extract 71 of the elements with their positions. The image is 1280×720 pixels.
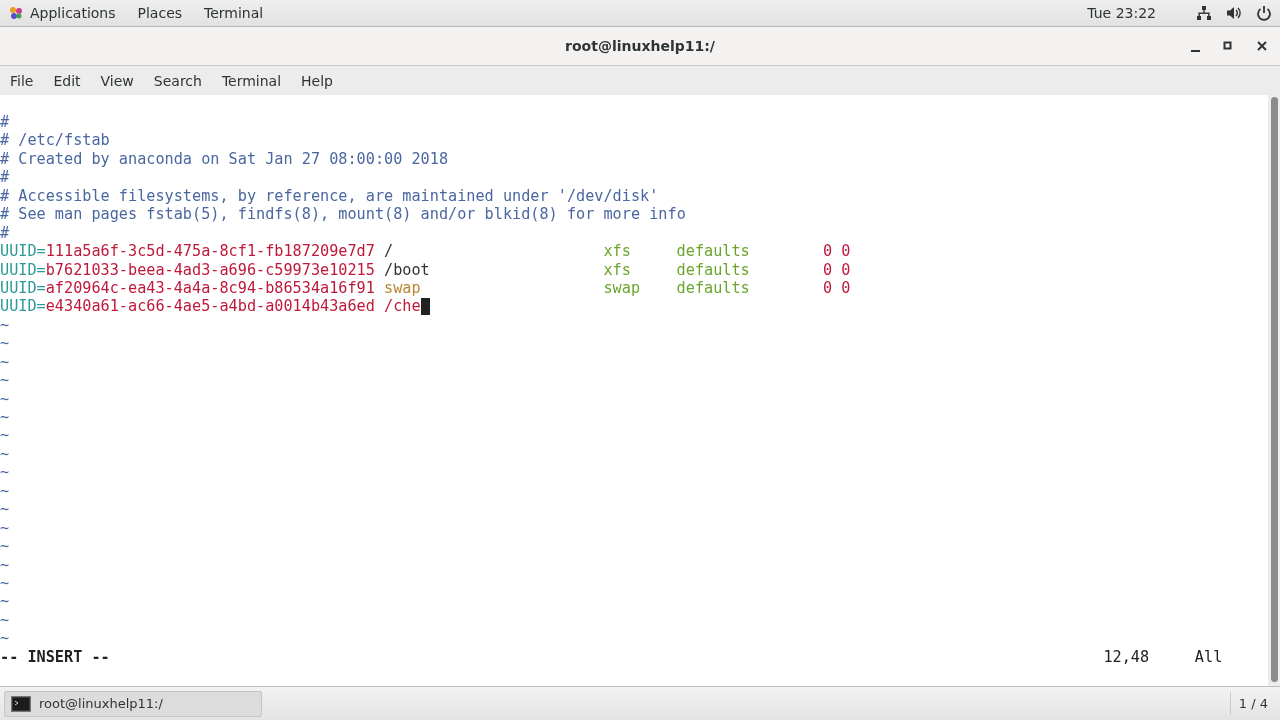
comment-line: # /etc/fstab [0,131,110,150]
mount-options: defaults [676,242,823,261]
menu-item[interactable]: Help [293,68,341,93]
menu-item[interactable]: File [2,68,42,93]
empty-line-marker: ~ [0,573,10,593]
empty-line-marker: ~ [0,334,10,353]
empty-line-marker: ~ [0,555,10,574]
uuid-key: UUID= [0,260,46,279]
uuid-value: b7621033-beea-4ad3-a696-c59973e10215 [45,260,375,279]
empty-line-marker: ~ [0,518,10,538]
uuid-key: UUID= [0,278,46,298]
cursor-position: 12,48 [1103,647,1150,666]
scroll-position: All [1194,647,1224,667]
dump-pass: 0 0 [822,242,852,261]
empty-line-marker: ~ [0,371,10,390]
mount-options: defaults [676,260,823,279]
comment-line: # Created by anaconda on Sat Jan 27 08:00:00 2018 [0,149,449,169]
empty-line-marker: ~ [0,408,10,427]
apps-logo-icon [8,5,24,21]
mount-point: /che [384,297,421,316]
empty-line-marker: ~ [0,537,10,556]
taskbar-window-button[interactable]: root@linuxhelp11:/ [4,690,262,717]
top-bar-menu[interactable]: Terminal [204,5,264,21]
dump-pass: 0 0 [822,260,852,279]
empty-line-marker: ~ [0,610,10,630]
fs-type: xfs [603,260,632,279]
menu-item[interactable]: Edit [45,68,89,93]
mount-point: /boot [384,260,430,279]
mount-options: defaults [676,278,823,298]
network-icon[interactable] [1196,5,1212,21]
empty-line-marker: ~ [0,352,10,372]
top-bar-menu[interactable]: Applications [8,5,116,21]
top-bar-menu[interactable]: Places [137,5,183,21]
power-icon[interactable] [1256,5,1272,21]
empty-line-marker: ~ [0,629,10,648]
empty-line-marker: ~ [0,592,10,611]
workspace-indicator[interactable]: 1 / 4 [1229,692,1276,715]
menu-item[interactable]: View [92,68,142,93]
empty-line-marker: ~ [0,315,10,335]
maximize-icon [1222,40,1234,52]
comment-line: # [0,113,10,132]
empty-line-marker: ~ [0,389,10,408]
empty-line-marker: ~ [0,444,10,464]
empty-line-marker: ~ [0,426,10,445]
uuid-key: UUID= [0,297,46,316]
terminal-icon [11,695,31,712]
window-title: root@linuxhelp11:/ [565,38,715,54]
comment-line: # [0,223,10,243]
clock[interactable]: Tue 23:22 [1087,5,1156,21]
comment-line: # See man pages fstab(5), findfs(8), mount(8) and/or blkid(8) for more info [0,205,686,224]
menu-item[interactable]: Terminal [213,68,290,93]
uuid-value: 111a5a6f-3c5d-475a-8cf1-fb187209e7d7 [45,242,375,261]
fs-type: xfs [603,242,632,261]
mount-point: swap [384,278,421,298]
empty-line-marker: ~ [0,500,10,519]
volume-icon[interactable] [1226,5,1242,21]
menu-item[interactable]: Search [145,68,210,93]
empty-line-marker: ~ [0,463,10,482]
uuid-key: UUID= [0,242,46,261]
uuid-value: af20964c-ea43-4a4a-8c94-b86534a16f91 [45,278,375,298]
comment-line: # [0,168,10,187]
close-icon [1256,40,1268,52]
fs-type: swap [603,278,642,298]
mount-point: / [384,242,394,261]
minimize-icon [1191,49,1200,52]
uuid-value: e4340a61-ac66-4ae5-a4bd-a0014b43a6ed [45,297,375,316]
dump-pass: 0 0 [822,278,852,298]
empty-line-marker: ~ [0,481,10,501]
comment-line: # Accessible filesystems, by reference, are maintained under '/dev/disk' [0,186,659,206]
mode-indicator: -- INSERT -- [0,647,110,667]
scrollbar[interactable] [1268,95,1280,686]
